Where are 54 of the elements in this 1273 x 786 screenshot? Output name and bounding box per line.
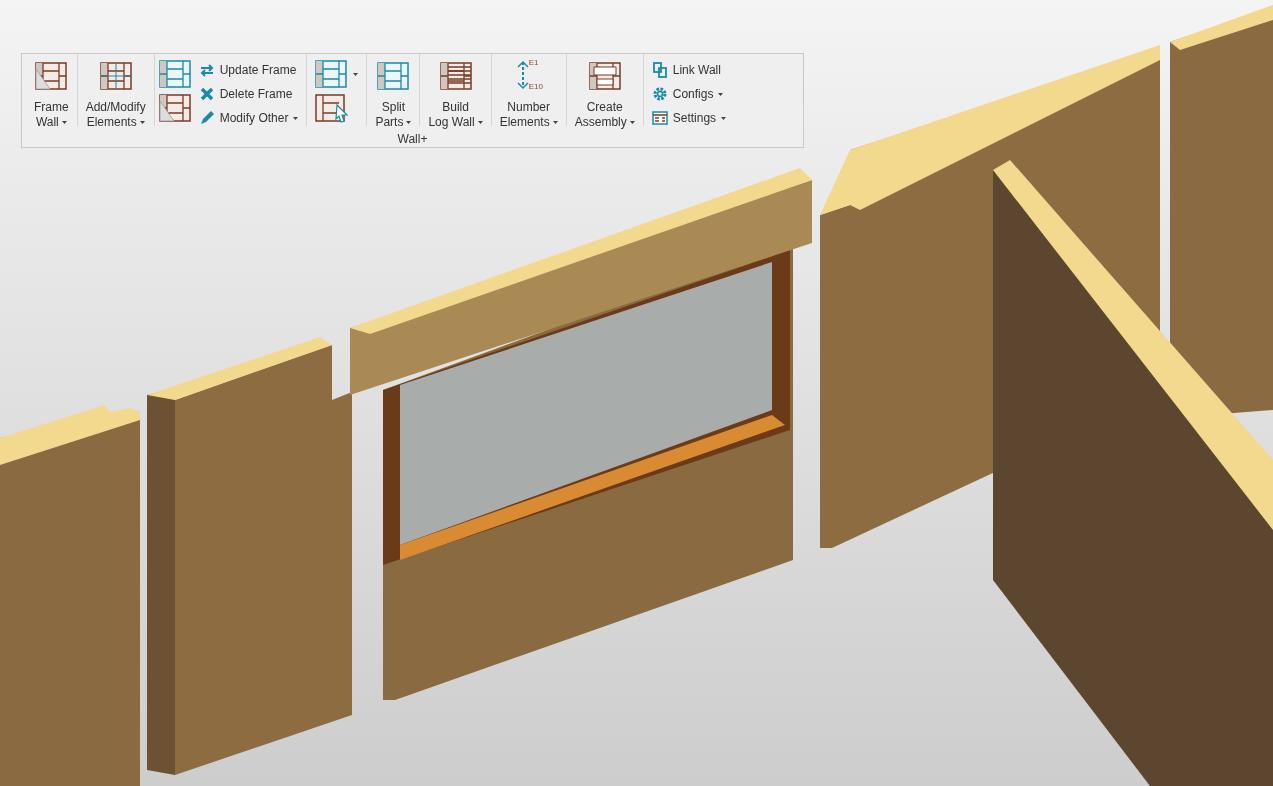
caret-icon	[552, 121, 558, 124]
caret-icon	[353, 72, 359, 76]
button-label: Split	[381, 100, 406, 115]
pencil-icon	[198, 110, 215, 126]
button-label: Elements	[499, 115, 550, 130]
element-tag: E1	[528, 57, 539, 69]
frame-dashed-icon	[315, 59, 348, 89]
frame-tool-button[interactable]	[315, 59, 359, 89]
ribbon-small-button[interactable]: Link Wall	[647, 58, 731, 82]
caret-icon	[139, 121, 145, 124]
caret-icon	[718, 92, 724, 96]
caret-icon	[721, 116, 727, 120]
ribbon-small-button[interactable]: Modify Other	[194, 106, 303, 130]
link-icon	[652, 62, 667, 78]
caret-icon	[629, 121, 635, 124]
ribbon-button[interactable]: Frame Wall	[26, 54, 77, 134]
button-label: Elements	[86, 115, 137, 130]
close-icon	[199, 87, 214, 101]
ribbon-small-button[interactable]: Delete Frame	[194, 82, 303, 106]
button-label: Add/Modify	[85, 100, 146, 115]
element-tag: E10	[528, 81, 543, 93]
ribbon-button[interactable]: Create Assembly	[566, 54, 643, 134]
wall-frame-icon	[99, 61, 132, 91]
button-label: Wall	[35, 115, 59, 130]
assembly-icon	[588, 61, 621, 91]
caret-icon	[293, 116, 299, 120]
ribbon-small-button[interactable]: Settings	[647, 106, 731, 130]
settings-icon	[651, 86, 668, 102]
wall-frame-icon	[35, 61, 68, 91]
frame-cursor-icon	[315, 93, 350, 123]
swap-arrows-icon	[198, 63, 215, 77]
button-label: Log Wall	[428, 115, 475, 130]
wall-frame-icon	[377, 61, 410, 91]
caret-icon	[477, 121, 483, 124]
button-label: Number	[507, 100, 551, 115]
ribbon-small-button[interactable]: Update Frame	[194, 58, 303, 82]
ribbon-small-button[interactable]: Configs	[647, 82, 731, 106]
edit-frame-icon	[158, 93, 191, 123]
button-label: Assembly	[574, 115, 627, 130]
log-wall-icon	[439, 61, 472, 91]
caret-icon	[406, 121, 412, 124]
settings-panel-icon	[651, 111, 668, 125]
ribbon-button[interactable]: E1 E10 Number Elements	[491, 54, 566, 134]
vertical-arrow-icon	[516, 60, 529, 90]
button-label: Create	[586, 100, 623, 115]
panel-title: Wall+	[397, 132, 428, 146]
caret-icon	[61, 121, 67, 124]
button-label: Build	[442, 100, 469, 115]
edit-frame-icon	[158, 59, 191, 89]
ribbon-button[interactable]: Split Parts	[367, 54, 420, 134]
button-label: Frame	[34, 100, 69, 115]
ribbon-button[interactable]: Add/Modify Elements	[77, 54, 154, 134]
ribbon-button[interactable]: Build Log Wall	[420, 54, 491, 134]
button-label: Parts	[375, 115, 404, 130]
